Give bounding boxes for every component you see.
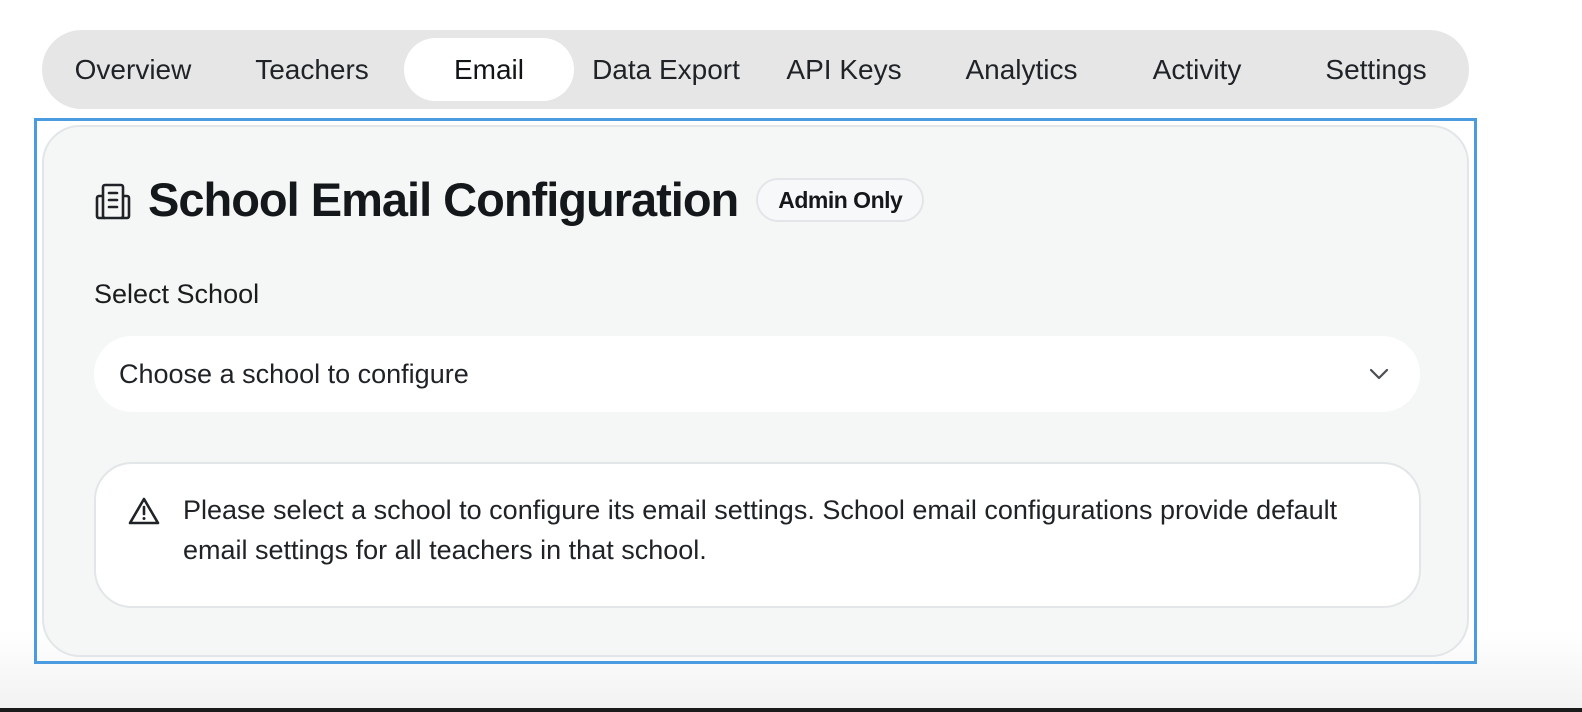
tab-teachers[interactable]: Teachers — [232, 38, 392, 101]
tab-overview[interactable]: Overview — [58, 38, 208, 101]
tab-email[interactable]: Email — [404, 38, 574, 101]
page-bottom-border — [0, 708, 1582, 712]
tab-activity[interactable]: Activity — [1127, 38, 1267, 101]
tab-bar: Overview Teachers Email Data Export API … — [42, 30, 1469, 109]
selection-outline — [34, 118, 1477, 664]
tab-data-export[interactable]: Data Export — [585, 38, 747, 101]
tab-settings[interactable]: Settings — [1302, 38, 1450, 101]
tab-api-keys[interactable]: API Keys — [770, 38, 918, 101]
tab-analytics[interactable]: Analytics — [944, 38, 1099, 101]
